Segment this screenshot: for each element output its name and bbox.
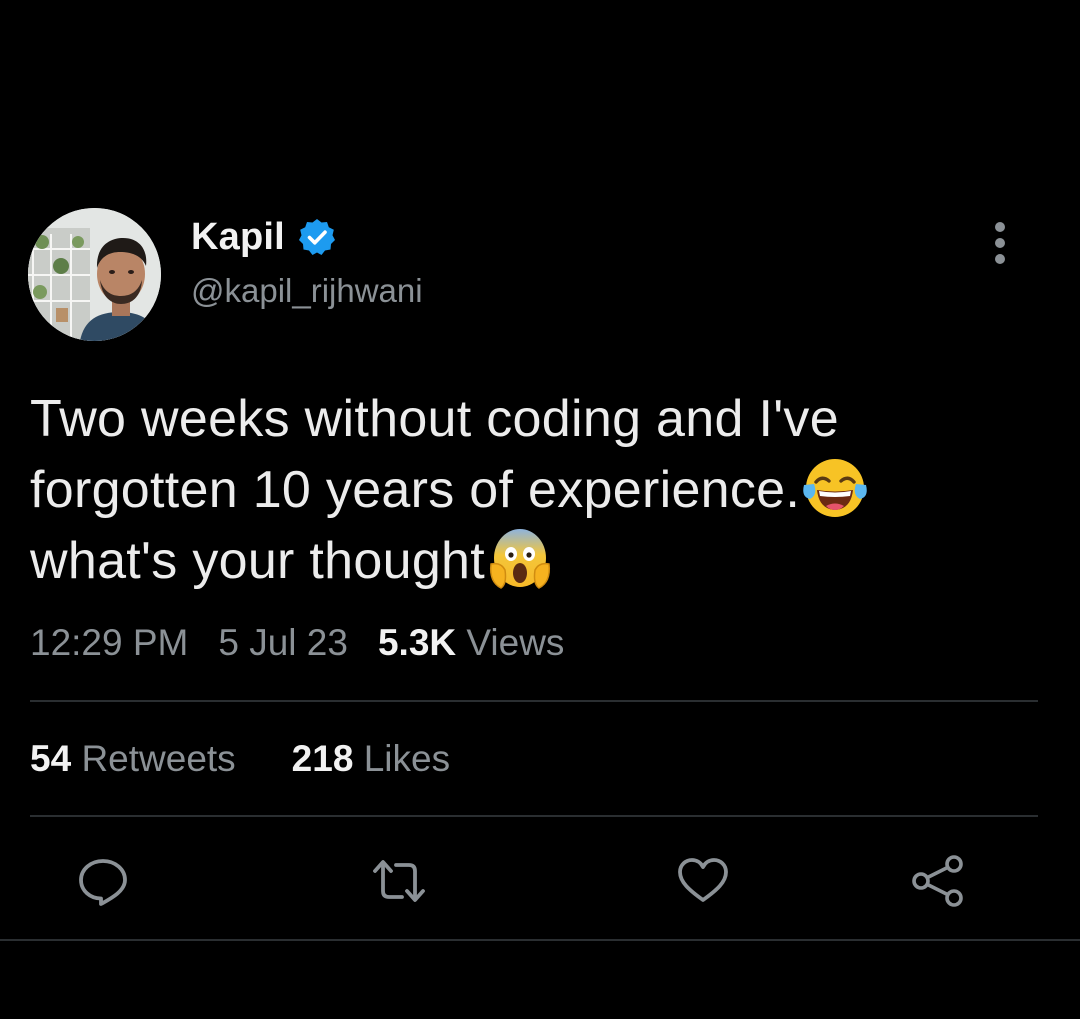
tweet-meta: 12:29 PM 5 Jul 23 5.3K Views bbox=[30, 622, 564, 664]
avatar[interactable] bbox=[28, 208, 161, 341]
tweet-text-line-2-text: forgotten 10 years of experience. bbox=[30, 461, 801, 519]
tweet-text-line-3-text: what's your thought bbox=[30, 532, 486, 590]
likes-label: Likes bbox=[363, 738, 451, 779]
retweets-count: 54 bbox=[30, 738, 72, 779]
views-link[interactable]: 5.3K Views bbox=[378, 622, 564, 663]
author-name-row[interactable]: Kapil bbox=[191, 212, 337, 262]
divider bbox=[30, 815, 1038, 817]
author-handle[interactable]: @kapil_rijhwani bbox=[191, 272, 423, 310]
tweet-text-line-3: what's your thought bbox=[30, 526, 1050, 597]
tweet-text-line-2: forgotten 10 years of experience. bbox=[30, 455, 1050, 526]
divider bbox=[30, 700, 1038, 702]
retweets-stat[interactable]: 54 Retweets bbox=[30, 738, 236, 780]
verified-badge-icon bbox=[297, 217, 337, 257]
tweet-time: 12:29 PM bbox=[30, 622, 189, 663]
tweet-stats: 54 Retweets 218 Likes bbox=[30, 738, 450, 780]
avatar-photo bbox=[28, 208, 161, 341]
tweet-detail: Kapil @kapil_rijhwani Two weeks without … bbox=[0, 0, 1080, 1019]
views-count: 5.3K bbox=[377, 622, 457, 663]
tweet-text: Two weeks without coding and I've forgot… bbox=[30, 384, 1050, 597]
likes-count: 218 bbox=[291, 738, 354, 779]
retweets-label: Retweets bbox=[81, 738, 236, 779]
divider bbox=[0, 939, 1080, 941]
likes-stat[interactable]: 218 Likes bbox=[292, 738, 450, 780]
like-icon[interactable] bbox=[675, 853, 731, 909]
face-with-tears-of-joy-icon bbox=[802, 455, 868, 521]
tweet-text-line-1: Two weeks without coding and I've bbox=[30, 390, 839, 448]
more-options-icon[interactable] bbox=[983, 218, 1019, 268]
retweet-icon[interactable] bbox=[371, 853, 427, 909]
face-screaming-in-fear-icon bbox=[487, 526, 553, 592]
tweet-date[interactable]: 5 Jul 23 bbox=[218, 622, 348, 663]
views-label: Views bbox=[466, 622, 565, 663]
reply-icon[interactable] bbox=[75, 853, 131, 909]
share-icon[interactable] bbox=[910, 853, 966, 909]
display-name[interactable]: Kapil bbox=[191, 216, 285, 259]
